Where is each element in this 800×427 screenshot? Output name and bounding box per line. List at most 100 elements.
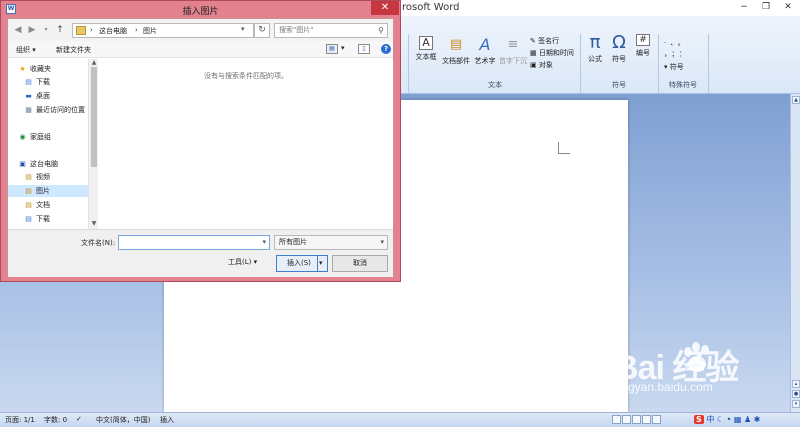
filename-field[interactable]: ▾ (118, 235, 270, 250)
wordart-button[interactable]: A 艺术字 (472, 36, 498, 66)
select-browse-object-icon[interactable]: ● (792, 390, 800, 398)
scrollbar-thumb[interactable] (91, 67, 97, 167)
word-count[interactable]: 字数: 0 (44, 415, 67, 425)
numbering-button[interactable]: # 编号 (632, 34, 654, 58)
help-icon[interactable]: ? (381, 44, 391, 54)
draft-icon[interactable] (652, 415, 661, 424)
nav-item-downloads[interactable]: ▤ 下载 (8, 76, 88, 88)
special-marks-row1[interactable]: ·、。 (664, 38, 704, 48)
organize-button[interactable]: 组织 ▾ (16, 45, 36, 55)
dialog-close-button[interactable]: ✕ (371, 1, 399, 15)
equation-button[interactable]: π 公式 (584, 34, 606, 64)
drop-cap-button[interactable]: ≡ 首字下沉 (498, 36, 528, 66)
cancel-button[interactable]: 取消 (332, 255, 388, 272)
preview-pane-icon[interactable]: ▯ (358, 44, 370, 54)
vertical-scrollbar[interactable]: ▲ ▴ ● ▾ (790, 94, 800, 412)
scroll-up-icon[interactable]: ▲ (89, 59, 99, 66)
language-indicator[interactable]: 中文(简体，中国) (96, 415, 150, 425)
forward-icon[interactable]: ▶ (26, 24, 38, 36)
view-options-icon[interactable]: ▾ (341, 44, 345, 52)
change-view-icon[interactable]: ▤ (326, 44, 338, 54)
insert-mode[interactable]: 插入 (160, 415, 174, 425)
nav-item-homegroup[interactable]: ◉ 家庭组 (8, 131, 88, 143)
sogou-icon[interactable]: S (694, 415, 704, 424)
insert-label: 插入(S) (287, 259, 311, 267)
textbox-icon: A (419, 36, 433, 50)
file-type-select[interactable]: 所有图片 ▾ (274, 235, 388, 250)
search-icon[interactable]: ⚲ (378, 24, 384, 37)
chevron-down-icon[interactable]: ▾ (380, 236, 384, 249)
special-symbol-icon: ▾ (664, 63, 668, 71)
tools-button[interactable]: 工具(L) ▾ (228, 257, 257, 267)
special-symbol-button[interactable]: ▾ 符号 (664, 62, 684, 72)
minimize-button[interactable]: − (734, 0, 754, 14)
nav-item-desktop[interactable]: ▬ 桌面 (8, 90, 88, 102)
insert-button[interactable]: 插入(S) ▾ (276, 255, 328, 272)
user-icon[interactable]: ♟ (744, 415, 751, 424)
proofing-icon[interactable]: ✓ (76, 415, 82, 423)
mark[interactable]: 、 (670, 39, 678, 47)
chevron-down-icon[interactable]: ▾ (241, 25, 245, 33)
address-bar[interactable]: › 这台电脑 › 图片 ▾ (72, 23, 254, 38)
dialog-title: 插入图片 (182, 7, 219, 17)
keyboard-icon[interactable]: ▦ (734, 415, 742, 424)
nav-item-label: 最近访问的位置 (36, 106, 85, 114)
file-list-pane[interactable]: 没有与搜索条件匹配的项。 (99, 59, 393, 229)
paw-icon (684, 342, 709, 372)
word-close-button[interactable]: ✕ (778, 0, 798, 14)
nav-item-videos[interactable]: ▤ 视频 (8, 171, 88, 183)
ime-toolbar[interactable]: S 中 ☾ • ▦ ♟ ✱ (694, 414, 760, 426)
breadcrumb-separator: › (135, 26, 138, 34)
quick-parts-icon: ▤ (449, 37, 463, 52)
outline-icon[interactable] (642, 415, 651, 424)
scroll-up-icon[interactable]: ▲ (792, 96, 800, 104)
recent-locations-icon[interactable]: ▾ (40, 24, 52, 36)
mark[interactable]: ： (679, 50, 690, 58)
nav-item-favorites[interactable]: ★ 收藏夹 (8, 63, 88, 75)
ribbon-separator (708, 34, 709, 96)
mark[interactable]: 。 (678, 39, 689, 47)
back-icon[interactable]: ◀ (12, 24, 24, 36)
navigation-scrollbar[interactable]: ▲ ▼ (88, 59, 98, 229)
nav-item-downloads-pc[interactable]: ▤ 下载 (8, 213, 88, 225)
dialog-title-bar[interactable]: W 插入图片 ✕ (1, 1, 400, 18)
new-folder-button[interactable]: 新建文件夹 (56, 45, 91, 55)
settings-icon[interactable]: ✱ (754, 415, 761, 424)
mark[interactable]: ； (672, 50, 680, 58)
mark[interactable]: ， (664, 50, 672, 58)
print-layout-icon[interactable] (612, 415, 621, 424)
full-screen-reading-icon[interactable] (622, 415, 631, 424)
scroll-down-icon[interactable]: ▼ (89, 220, 99, 227)
scroll-down-page-icon[interactable]: ▾ (792, 400, 800, 408)
page-count[interactable]: 页面: 1/1 (5, 415, 35, 425)
text-group-label: 文本 (488, 81, 502, 89)
moon-icon[interactable]: ☾ (717, 415, 724, 424)
punctuation-icon[interactable]: • (727, 415, 732, 424)
object-button[interactable]: ▣ 对象 (530, 60, 553, 70)
symbol-button[interactable]: Ω 符号 (608, 34, 630, 64)
nav-item-label: 下载 (36, 78, 50, 86)
refresh-icon[interactable]: ↻ (254, 23, 270, 38)
web-layout-icon[interactable] (632, 415, 641, 424)
chevron-down-icon[interactable]: ▾ (262, 238, 266, 246)
chevron-down-icon[interactable]: ▾ (319, 256, 323, 271)
nav-item-recent-places[interactable]: ▦ 最近访问的位置 (8, 104, 88, 116)
up-icon[interactable]: ↑ (54, 24, 66, 36)
ime-mode[interactable]: 中 (706, 415, 714, 424)
drop-cap-label: 首字下沉 (499, 57, 527, 65)
download-folder-icon: ▤ (25, 215, 32, 223)
scroll-up-page-icon[interactable]: ▴ (792, 380, 800, 388)
textbox-button[interactable]: A 文本框 (412, 36, 440, 62)
restore-button[interactable]: ❐ (756, 0, 776, 14)
nav-item-pictures[interactable]: ▤ 图片 (8, 185, 88, 197)
special-marks-row2[interactable]: ，；： (664, 49, 704, 59)
breadcrumb-pictures[interactable]: 图片 (143, 26, 157, 36)
folder-icon (76, 26, 86, 35)
nav-item-documents[interactable]: ▤ 文档 (8, 199, 88, 211)
nav-item-this-pc[interactable]: ▣ 这台电脑 (8, 158, 88, 170)
breadcrumb-this-pc[interactable]: 这台电脑 (99, 26, 127, 36)
date-time-button[interactable]: ▦ 日期和时间 (530, 48, 574, 58)
quick-parts-button[interactable]: ▤ 文档部件 (440, 36, 472, 66)
signature-line-button[interactable]: ✎ 签名行 (530, 36, 559, 46)
search-input[interactable]: 搜索"图片" ⚲ (274, 23, 388, 38)
